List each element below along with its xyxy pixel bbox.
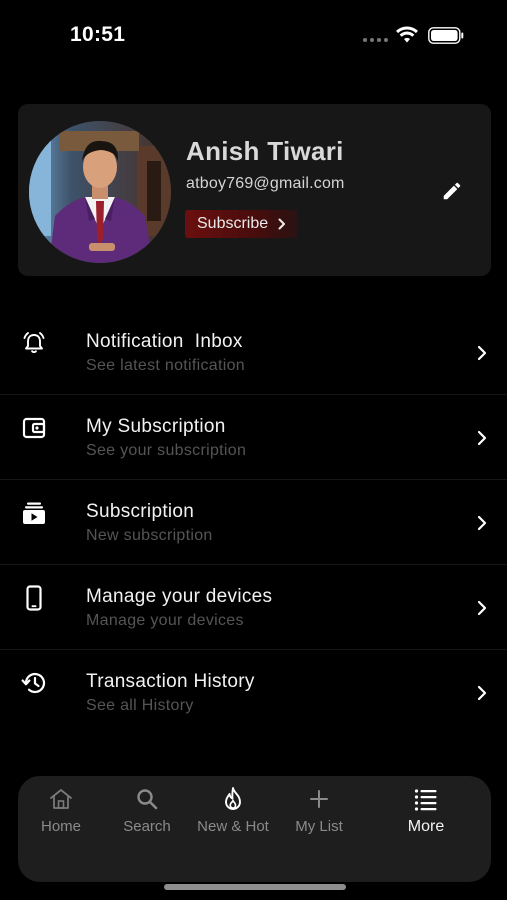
menu-item-subtitle: See your subscription — [86, 442, 247, 459]
status-bar: 10:51 — [0, 0, 507, 70]
tab-new-hot[interactable]: New & Hot — [190, 786, 276, 846]
flame-icon — [225, 787, 241, 810]
chevron-right-icon — [477, 430, 487, 446]
chevron-right-icon — [477, 600, 487, 616]
tab-label: My List — [295, 818, 343, 835]
history-icon — [21, 672, 46, 694]
chevron-right-icon — [278, 218, 286, 230]
home-indicator[interactable] — [164, 884, 346, 890]
wifi-icon — [396, 26, 418, 43]
tab-label: Home — [40, 818, 81, 835]
menu-item-subtitle: Manage your devices — [86, 612, 244, 629]
tab-label: Search — [123, 818, 171, 835]
menu-item-subtitle: See latest notification — [86, 357, 245, 374]
menu-item-title: Notification Inbox — [86, 331, 243, 352]
subscribe-button[interactable]: Subscribe — [185, 210, 299, 238]
avatar[interactable] — [29, 121, 171, 263]
menu-item-subscription[interactable]: Subscription New subscription — [0, 480, 507, 565]
menu-list-icon — [414, 789, 437, 811]
menu-item-title: My Subscription — [86, 416, 226, 437]
subscribe-label: Subscribe — [197, 215, 269, 232]
subscriptions-icon — [23, 502, 45, 524]
menu-item-subtitle: See all History — [86, 697, 194, 714]
tab-home[interactable]: Home — [18, 786, 104, 846]
chevron-right-icon — [477, 345, 487, 361]
chevron-right-icon — [477, 685, 487, 701]
battery-icon — [428, 27, 464, 44]
wallet-icon — [22, 417, 46, 439]
bell-alarm-icon — [23, 332, 45, 354]
chevron-right-icon — [477, 515, 487, 531]
user-name: Anish Tiwari — [186, 136, 344, 166]
tab-search[interactable]: Search — [104, 786, 190, 846]
menu-item-title: Transaction History — [86, 671, 255, 692]
profile-card: Anish Tiwari atboy769@gmail.com Subscrib… — [18, 104, 491, 276]
phone-icon — [26, 585, 42, 611]
menu-item-title: Manage your devices — [86, 586, 273, 607]
user-email: atboy769@gmail.com — [186, 175, 345, 192]
menu-item-subtitle: New subscription — [86, 527, 213, 544]
menu-item-notification-inbox[interactable]: Notification Inbox See latest notificati… — [0, 310, 507, 395]
menu-item-title: Subscription — [86, 501, 195, 522]
tab-my-list[interactable]: My List — [276, 786, 362, 846]
edit-pencil-icon[interactable] — [441, 180, 463, 202]
tab-more[interactable]: More — [383, 786, 469, 846]
status-time: 10:51 — [70, 23, 126, 46]
plus-icon — [310, 790, 328, 808]
bottom-tab-bar: Home Search New & Hot My List More — [18, 776, 491, 882]
menu-item-transaction-history[interactable]: Transaction History See all History — [0, 650, 507, 735]
tab-label: New & Hot — [197, 818, 269, 835]
menu-item-my-subscription[interactable]: My Subscription See your subscription — [0, 395, 507, 480]
cellular-signal-icon — [363, 38, 388, 42]
menu-item-manage-devices[interactable]: Manage your devices Manage your devices — [0, 565, 507, 650]
tab-label: More — [407, 818, 445, 835]
search-icon — [137, 789, 158, 810]
user-photo-icon — [29, 121, 171, 263]
home-icon — [50, 789, 72, 809]
settings-menu: Notification Inbox See latest notificati… — [0, 310, 507, 735]
